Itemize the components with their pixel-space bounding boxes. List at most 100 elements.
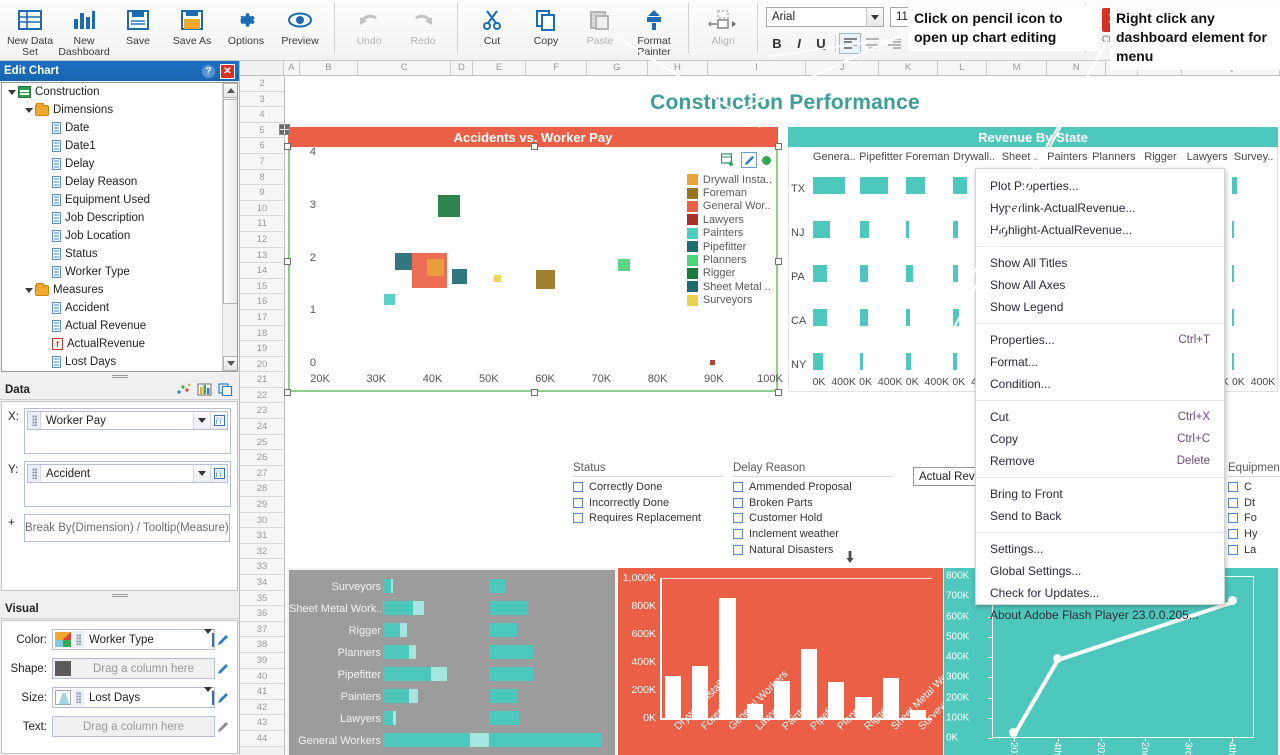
legend-item[interactable]: Drywall Insta.. bbox=[686, 173, 772, 186]
new-data-set-button[interactable]: New Data Set bbox=[3, 2, 57, 58]
tree-node-date[interactable]: Date bbox=[2, 119, 237, 137]
state-revenue-bar[interactable] bbox=[813, 265, 827, 282]
revenue-bar[interactable] bbox=[489, 579, 505, 593]
employee-revenue-bar[interactable] bbox=[692, 665, 709, 718]
checkbox[interactable] bbox=[573, 513, 583, 524]
resize-handle-mr[interactable] bbox=[775, 258, 782, 265]
salary-bar[interactable] bbox=[383, 601, 413, 615]
y-axis-chevron-down-icon[interactable] bbox=[193, 465, 210, 482]
state-revenue-bar[interactable] bbox=[906, 353, 911, 370]
filter-checkbox-item[interactable]: Requires Replacement bbox=[573, 511, 723, 527]
resize-handle-br[interactable] bbox=[775, 389, 782, 396]
shape-swatch-icon[interactable] bbox=[53, 659, 73, 678]
checkbox[interactable] bbox=[733, 481, 743, 492]
filter-checkbox-item[interactable]: Broken Parts bbox=[733, 495, 893, 511]
tree-node-job-description[interactable]: Job Description bbox=[2, 209, 237, 227]
row-header-16[interactable]: 16 bbox=[240, 294, 284, 310]
salary-bar[interactable] bbox=[383, 733, 471, 747]
state-revenue-bar[interactable] bbox=[952, 177, 968, 194]
panel-splitter-2[interactable] bbox=[0, 592, 239, 599]
panel-splitter-1[interactable] bbox=[0, 373, 239, 380]
row-header-17[interactable]: 17 bbox=[240, 309, 284, 326]
scatter-point[interactable] bbox=[617, 258, 630, 271]
row-header-22[interactable]: 22 bbox=[240, 387, 284, 404]
visual-color-control[interactable]: Worker Type bbox=[52, 628, 215, 650]
resize-handle-tc[interactable] bbox=[531, 143, 538, 150]
revenue-bar[interactable] bbox=[489, 667, 534, 681]
salary-extra-bar[interactable] bbox=[399, 623, 407, 637]
row-header-5[interactable]: 5 bbox=[240, 122, 284, 139]
checkbox[interactable] bbox=[1228, 529, 1238, 540]
legend-item[interactable]: General Wor.. bbox=[686, 200, 772, 213]
menu-item-plot-properties[interactable]: Plot Properties... bbox=[976, 175, 1224, 197]
state-revenue-bar[interactable] bbox=[952, 221, 958, 238]
menu-item-format[interactable]: Format... bbox=[976, 351, 1224, 373]
visual-color-pencil-icon[interactable] bbox=[215, 634, 231, 646]
col-header-G[interactable]: G bbox=[587, 61, 648, 75]
scatter-point[interactable] bbox=[452, 269, 467, 285]
menu-item-about-adobe-flash-player-23-0-0-205[interactable]: About Adobe Flash Player 23.0.0.205... bbox=[976, 604, 1224, 626]
row-header-34[interactable]: 34 bbox=[240, 575, 284, 591]
row-header-4[interactable]: 4 bbox=[240, 107, 284, 123]
row-header-21[interactable]: 21 bbox=[240, 372, 284, 388]
font-family-select[interactable]: Arial bbox=[766, 7, 884, 27]
row-header-20[interactable]: 20 bbox=[240, 356, 284, 373]
legend-item[interactable]: Foreman bbox=[686, 186, 772, 199]
row-header-13[interactable]: 13 bbox=[240, 247, 284, 264]
visual-size-chevron-down-icon[interactable] bbox=[204, 686, 212, 704]
x-axis-grid-icon[interactable] bbox=[210, 412, 227, 429]
salary-bar[interactable] bbox=[383, 579, 391, 593]
tree-node-delay[interactable]: Delay bbox=[2, 155, 237, 173]
salary-bar[interactable] bbox=[383, 623, 400, 637]
checkbox[interactable] bbox=[733, 513, 743, 524]
menu-item-show-legend[interactable]: Show Legend bbox=[976, 296, 1224, 318]
row-header-15[interactable]: 15 bbox=[240, 278, 284, 295]
state-revenue-bar[interactable] bbox=[952, 265, 959, 282]
row-header-23[interactable]: 23 bbox=[240, 403, 284, 420]
row-header-11[interactable]: 11 bbox=[240, 216, 284, 232]
resize-handle-bc[interactable] bbox=[531, 389, 538, 396]
font-family-chevron-down-icon[interactable] bbox=[866, 8, 883, 26]
revenue-by-employee-salary-plot[interactable]: Surveyors Sheet Metal Work.. Rigger Planner… bbox=[287, 568, 617, 755]
row-header-33[interactable]: 33 bbox=[240, 559, 284, 575]
row-header-27[interactable]: 27 bbox=[240, 465, 284, 482]
chart-accidents-vs-worker-pay[interactable]: Accidents vs. Worker Pay 0 1 2 3 4 20K 30K 40K 5… bbox=[279, 124, 783, 396]
col-header-F[interactable]: F bbox=[526, 61, 587, 75]
row-header-9[interactable]: 9 bbox=[240, 185, 284, 201]
tree-expander[interactable] bbox=[6, 89, 18, 95]
row-header-32[interactable]: 32 bbox=[240, 543, 284, 560]
checkbox[interactable] bbox=[733, 497, 743, 508]
bar-chart-icon[interactable] bbox=[195, 382, 213, 398]
employee-revenue-bar[interactable] bbox=[719, 597, 736, 718]
state-revenue-bar[interactable] bbox=[813, 353, 823, 370]
col-header-A[interactable]: A bbox=[283, 61, 300, 75]
salary-extra-bar[interactable] bbox=[392, 711, 397, 725]
state-revenue-bar[interactable] bbox=[1232, 265, 1235, 282]
menu-item-condition[interactable]: Condition... bbox=[976, 373, 1224, 395]
col-header-D[interactable]: D bbox=[451, 61, 473, 75]
state-revenue-bar[interactable] bbox=[1232, 221, 1235, 238]
scatter-point[interactable] bbox=[493, 275, 501, 283]
quarter-data-point[interactable] bbox=[1227, 595, 1237, 605]
revenue-bar[interactable] bbox=[489, 711, 520, 725]
employee-revenue-bar[interactable] bbox=[665, 675, 682, 718]
salary-extra-bar[interactable] bbox=[390, 579, 393, 593]
revenue-bar[interactable] bbox=[489, 623, 517, 637]
visual-text-pencil-icon[interactable] bbox=[215, 721, 231, 733]
row-header-29[interactable]: 29 bbox=[240, 497, 284, 513]
legend-item[interactable]: Planners bbox=[686, 253, 772, 266]
row-header-30[interactable]: 30 bbox=[240, 512, 284, 529]
sheet-corner[interactable] bbox=[240, 61, 284, 75]
add-field-plus[interactable]: + bbox=[8, 514, 24, 529]
tree-scroll-up-button[interactable] bbox=[223, 83, 237, 98]
salary-bar[interactable] bbox=[383, 689, 410, 703]
scatter-point[interactable] bbox=[535, 270, 555, 290]
tree-node-date1[interactable]: Date1 bbox=[2, 137, 237, 155]
tree-node-measures[interactable]: Measures bbox=[2, 281, 237, 299]
tree-node-actualrevenue[interactable]: f ActualRevenue bbox=[2, 335, 237, 353]
checkbox[interactable] bbox=[1228, 545, 1238, 556]
tree-node-accident[interactable]: Accident bbox=[2, 299, 237, 317]
checkbox[interactable] bbox=[1228, 497, 1238, 508]
legend-item[interactable]: Painters bbox=[686, 227, 772, 240]
filter-checkbox-item[interactable]: Fo bbox=[1228, 511, 1280, 527]
